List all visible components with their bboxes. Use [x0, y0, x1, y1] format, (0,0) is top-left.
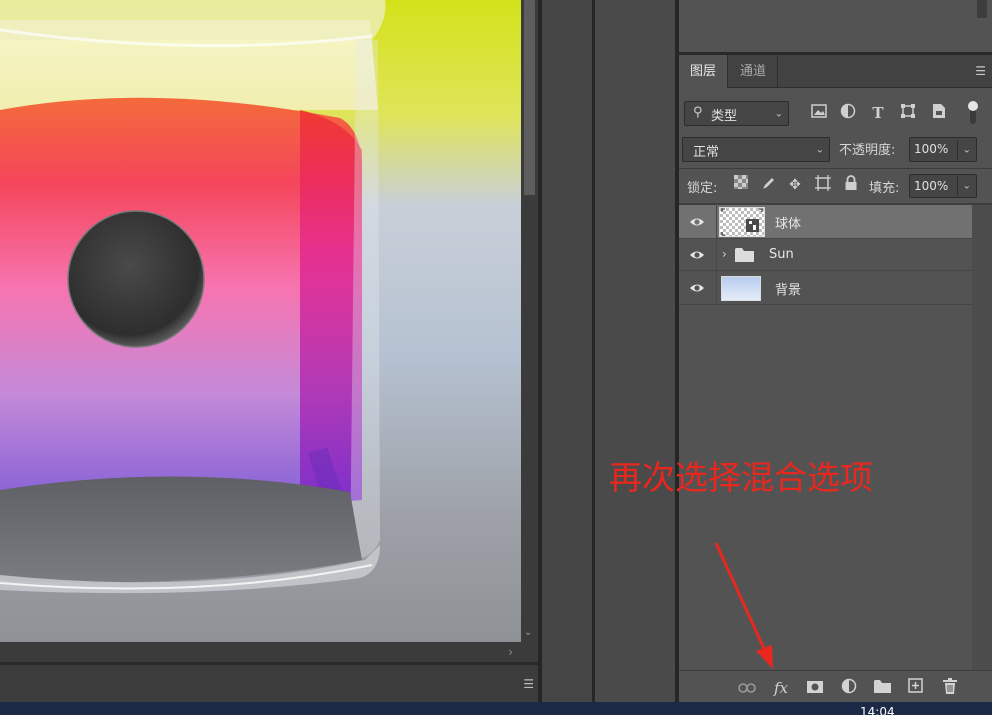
- toggle-knob: [968, 101, 978, 111]
- tab-channels[interactable]: 通道: [729, 55, 779, 88]
- scrollbar-thumb[interactable]: [524, 0, 535, 195]
- shape-filter-icon[interactable]: [898, 103, 918, 123]
- opacity-value: 100%: [914, 142, 949, 156]
- os-taskbar: 14:04: [0, 702, 992, 715]
- layer-style-fx-icon[interactable]: fx: [770, 678, 792, 698]
- layer-row-background[interactable]: 背景: [679, 271, 972, 305]
- adjustment-layer-icon[interactable]: [838, 678, 860, 698]
- document-canvas[interactable]: [0, 0, 521, 642]
- lock-image-pixels-icon[interactable]: [759, 175, 779, 195]
- eye-visibility-icon[interactable]: [689, 249, 705, 261]
- layer-name[interactable]: Sun: [769, 247, 794, 262]
- canvas-vertical-scrollbar[interactable]: ⌄: [521, 0, 538, 642]
- fill-value: 100%: [914, 179, 949, 193]
- adjustment-filter-icon[interactable]: [838, 103, 858, 123]
- chevron-down-icon[interactable]: ⌄: [963, 181, 971, 192]
- layer-row-sphere[interactable]: 球体: [679, 205, 972, 239]
- lock-position-icon[interactable]: ✥: [785, 175, 805, 195]
- annotation-arrow: [714, 542, 773, 669]
- panel-menu-icon[interactable]: ☰: [975, 64, 986, 78]
- layer-row-sun-group[interactable]: › Sun: [679, 239, 972, 271]
- layers-panel-tabs: 图层 通道 ☰: [679, 55, 992, 88]
- chevron-right-icon[interactable]: ›: [722, 247, 727, 261]
- canvas-horizontal-scrollbar[interactable]: ›: [0, 642, 521, 662]
- image-filter-icon[interactable]: [809, 103, 829, 123]
- new-layer-icon[interactable]: [904, 678, 926, 698]
- collapsed-panel-column: [595, 0, 675, 702]
- row-divider: [716, 239, 717, 270]
- folder-icon: [735, 247, 755, 266]
- opacity-label: 不透明度:: [839, 143, 896, 158]
- row-divider: [716, 205, 717, 238]
- delete-layer-icon[interactable]: [939, 678, 961, 698]
- new-group-icon[interactable]: [871, 678, 893, 698]
- panel-divider: [679, 168, 992, 169]
- lock-label: 锁定:: [687, 181, 718, 196]
- lock-all-icon[interactable]: [841, 175, 861, 195]
- smart-object-thumbnail: [719, 207, 765, 237]
- scrollbar-corner: [521, 642, 538, 662]
- lock-transparent-pixels-icon[interactable]: [731, 175, 751, 195]
- row-divider: [716, 271, 717, 304]
- annotation-text: 再次选择混合选项: [609, 458, 873, 497]
- layer-filter-value: 类型: [711, 109, 738, 124]
- taskbar-clock: 14:04: [860, 705, 895, 715]
- smart-object-filter-icon[interactable]: [929, 103, 949, 123]
- layer-filter-select[interactable]: ⚲ 类型 ⌄: [684, 101, 789, 126]
- hamburger-icon[interactable]: ☰: [523, 677, 534, 691]
- blend-mode-select[interactable]: 正常 ⌄: [682, 137, 830, 162]
- canvas-artwork: [0, 0, 521, 642]
- upper-panel: [679, 0, 992, 52]
- field-divider: [957, 140, 958, 159]
- fill-field[interactable]: 100% ⌄: [909, 174, 977, 198]
- chevron-down-icon: ⌄: [815, 144, 824, 155]
- layer-name[interactable]: 背景: [775, 279, 801, 298]
- opacity-field[interactable]: 100% ⌄: [909, 137, 977, 162]
- lock-artboard-icon[interactable]: [813, 175, 833, 195]
- chevron-down-icon[interactable]: ⌄: [963, 144, 971, 155]
- eye-visibility-icon[interactable]: [689, 216, 705, 228]
- search-icon: ⚲: [693, 105, 703, 120]
- scroll-down-arrow-icon[interactable]: ⌄: [524, 628, 532, 638]
- eye-visibility-icon[interactable]: [689, 282, 705, 294]
- add-mask-icon[interactable]: [804, 678, 826, 698]
- bottom-panel-bar: ☰: [0, 665, 538, 702]
- field-divider: [957, 177, 958, 195]
- collapsed-panel-column: [542, 0, 592, 702]
- upper-panel-scrollbar[interactable]: [977, 0, 987, 18]
- fx-label: fx: [773, 679, 788, 697]
- fill-label: 填充:: [869, 181, 900, 196]
- blend-mode-value: 正常: [693, 145, 720, 160]
- scroll-right-arrow-icon[interactable]: ›: [508, 645, 513, 659]
- gradient-thumbnail: [721, 276, 761, 301]
- chevron-down-icon: ⌄: [774, 108, 783, 119]
- link-layers-icon[interactable]: [736, 678, 758, 698]
- tab-layers[interactable]: 图层: [679, 55, 729, 88]
- layers-list-scrollbar[interactable]: [972, 205, 992, 670]
- layer-name[interactable]: 球体: [775, 213, 801, 232]
- filter-toggle-switch[interactable]: [968, 101, 978, 125]
- type-filter-icon[interactable]: T: [868, 103, 888, 123]
